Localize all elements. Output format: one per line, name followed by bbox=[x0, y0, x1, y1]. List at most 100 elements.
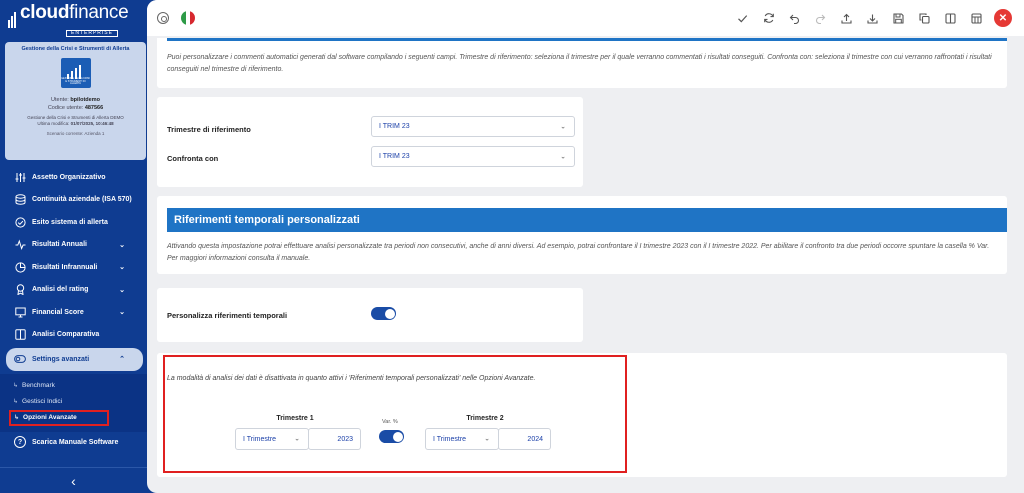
save-icon[interactable] bbox=[890, 10, 907, 27]
module-card: Gestione della Crisi e Strumenti di Alle… bbox=[5, 42, 146, 160]
compare-with-select[interactable]: I TRIM 23 ⌄ bbox=[371, 146, 575, 167]
sidebar-item-risultati-annuali[interactable]: Risultati Annuali ⌄ bbox=[0, 234, 147, 257]
custom-references-title: Riferimenti temporali personalizzati bbox=[167, 208, 1007, 232]
submenu-item-gestisci-indici[interactable]: ↳ Gestisci Indici bbox=[0, 394, 147, 410]
sidebar-item-financial-score[interactable]: Financial Score ⌄ bbox=[0, 301, 147, 324]
main-content: ✕ Puoi personalizzare i commenti automat… bbox=[147, 0, 1024, 493]
analysis-mode-panel: La modalità di analisi dei dati è disatt… bbox=[157, 353, 1007, 477]
custom-references-toggle-panel: Personalizza riferimenti temporali bbox=[157, 288, 583, 342]
sub-arrow-icon: ↳ bbox=[13, 383, 19, 389]
submenu-item-benchmark[interactable]: ↳ Benchmark bbox=[0, 378, 147, 394]
monitor-icon bbox=[14, 306, 26, 318]
sidebar-item-esito[interactable]: Esito sistema di allerta bbox=[0, 211, 147, 234]
submenu-item-opzioni-avanzate[interactable]: ↳ Opzioni Avanzate bbox=[9, 409, 109, 426]
reference-quarter-label: Trimestre di riferimento bbox=[167, 125, 251, 134]
sidebar-item-label: Esito sistema di allerta bbox=[32, 218, 108, 226]
sidebar-item-label: Continuità aziendale (ISA 570) bbox=[32, 196, 132, 204]
upload-icon[interactable] bbox=[838, 10, 855, 27]
sidebar-item-risultati-infrannuali[interactable]: Risultati Infrannuali ⌄ bbox=[0, 256, 147, 279]
compare-with-label: Confronta con bbox=[167, 154, 219, 163]
collapse-sidebar-button[interactable]: ‹ bbox=[0, 467, 147, 493]
sidebar-item-label: Assetto Organizzativo bbox=[32, 173, 106, 181]
copy-icon[interactable] bbox=[916, 10, 933, 27]
var-percent-label: Var. % bbox=[382, 419, 398, 425]
custom-references-toggle-label: Personalizza riferimenti temporali bbox=[167, 311, 288, 320]
brand-name: cloudfinance bbox=[20, 1, 129, 23]
quarter1-label: Trimestre 1 bbox=[276, 415, 314, 422]
check-icon[interactable] bbox=[734, 10, 751, 27]
brand-edition: ENTERPRISE bbox=[66, 29, 118, 37]
reference-quarter-value: I TRIM 23 bbox=[379, 123, 410, 130]
var-percent-toggle[interactable] bbox=[379, 430, 404, 443]
top-toolbar: ✕ bbox=[147, 0, 1024, 36]
comments-description: Puoi personalizzare i commenti automatic… bbox=[167, 54, 992, 73]
custom-references-description: Attivando questa impostazione potrai eff… bbox=[167, 243, 990, 262]
lifebuoy-icon[interactable] bbox=[157, 12, 169, 24]
sidebar-item-continuita[interactable]: Continuità aziendale (ISA 570) bbox=[0, 189, 147, 212]
quarter1-select[interactable]: I Trimestre ⌄ bbox=[235, 428, 309, 450]
pulse-icon bbox=[14, 239, 26, 251]
help-circle-icon: ? bbox=[14, 436, 26, 448]
custom-references-panel: Riferimenti temporali personalizzati Att… bbox=[157, 196, 1007, 274]
chevron-down-icon: ⌄ bbox=[484, 435, 490, 443]
download-icon[interactable] bbox=[864, 10, 881, 27]
italy-flag-icon[interactable] bbox=[181, 11, 195, 25]
quarter2-label: Trimestre 2 bbox=[466, 415, 504, 422]
chevron-down-icon: ⌄ bbox=[119, 286, 125, 294]
chevron-down-icon: ⌄ bbox=[560, 153, 566, 161]
user-info: Utente: bpilotdemo bbox=[51, 97, 100, 103]
module-meta: Gestione della Crisi e Strumenti di Alle… bbox=[27, 115, 124, 127]
sidebar-item-label: Risultati Infrannuali bbox=[32, 263, 98, 271]
sidebar-item-assetto[interactable]: Assetto Organizzativo bbox=[0, 166, 147, 189]
custom-references-toggle[interactable] bbox=[371, 307, 396, 320]
refresh-icon[interactable] bbox=[760, 10, 777, 27]
sidebar-item-rating[interactable]: Analisi del rating ⌄ bbox=[0, 279, 147, 302]
quarter2-year-input[interactable]: 2024 bbox=[498, 428, 551, 450]
sidebar-item-label: Risultati Annuali bbox=[32, 241, 87, 249]
sidebar-item-settings-avanzati[interactable]: Settings avanzati ⌃ bbox=[6, 348, 143, 371]
columns-icon bbox=[14, 329, 26, 341]
quarter-settings-panel: Trimestre di riferimento I TRIM 23 ⌄ Con… bbox=[157, 97, 583, 187]
analysis-disabled-notice: La modalità di analisi dei dati è disatt… bbox=[167, 375, 536, 382]
compare-with-value: I TRIM 23 bbox=[379, 153, 410, 160]
toolbar-actions: ✕ bbox=[734, 9, 1012, 27]
section-header-bar bbox=[167, 38, 1007, 41]
settings-submenu: ↳ Benchmark ↳ Gestisci Indici ↳ Opzioni Ava… bbox=[0, 373, 147, 432]
toggle-icon bbox=[14, 353, 26, 365]
sidebar-item-analisi-comparativa[interactable]: Analisi Comparativa bbox=[0, 324, 147, 347]
quarter2-select[interactable]: I Trimestre ⌄ bbox=[425, 428, 499, 450]
sliders-icon bbox=[14, 171, 26, 183]
award-icon bbox=[14, 284, 26, 296]
chevron-up-icon: ⌃ bbox=[119, 356, 125, 363]
chevron-down-icon: ⌄ bbox=[119, 309, 125, 316]
redo-icon[interactable] bbox=[812, 10, 829, 27]
logo-bars-icon bbox=[8, 12, 16, 28]
sub-arrow-icon: ↳ bbox=[13, 399, 19, 405]
highlight-box bbox=[163, 355, 627, 473]
download-manual-link[interactable]: ? Scarica Manuale Software bbox=[14, 436, 118, 448]
sidebar-item-label: Financial Score bbox=[32, 308, 84, 316]
sidebar-item-label: Analisi del rating bbox=[32, 286, 89, 294]
sidebar-item-label: Settings avanzati bbox=[32, 355, 90, 363]
download-manual-label: Scarica Manuale Software bbox=[32, 438, 119, 446]
chevron-down-icon: ⌄ bbox=[119, 241, 125, 249]
undo-icon[interactable] bbox=[786, 10, 803, 27]
module-title: Gestione della Crisi e Strumenti di Alle… bbox=[21, 46, 130, 52]
database-icon bbox=[14, 194, 26, 206]
current-scenario: Scenario corrente: Azienda 1 bbox=[46, 131, 105, 137]
split-view-icon[interactable] bbox=[942, 10, 959, 27]
chevron-down-icon: ⌄ bbox=[294, 435, 300, 443]
comments-panel: Puoi personalizzare i commenti automatic… bbox=[157, 38, 1007, 88]
close-icon[interactable]: ✕ bbox=[994, 9, 1012, 27]
sidebar-nav: Assetto Organizzativo Continuità azienda… bbox=[0, 166, 147, 432]
module-logo-icon: GESTIONE DELLA CRISI E STRUMENTI DI ALLE… bbox=[60, 58, 91, 88]
layout-icon[interactable] bbox=[968, 10, 985, 27]
reference-quarter-select[interactable]: I TRIM 23 ⌄ bbox=[371, 116, 575, 137]
sidebar: cloudfinance ENTERPRISE Gestione della C… bbox=[0, 0, 147, 493]
quarter2-select-value: I Trimestre bbox=[433, 435, 467, 443]
quarter1-year-input[interactable]: 2023 bbox=[308, 428, 361, 450]
chevron-down-icon: ⌄ bbox=[119, 264, 125, 271]
brand-logo[interactable]: cloudfinance ENTERPRISE bbox=[8, 1, 158, 37]
check-circle-icon bbox=[14, 216, 26, 228]
chevron-down-icon: ⌄ bbox=[560, 123, 566, 131]
